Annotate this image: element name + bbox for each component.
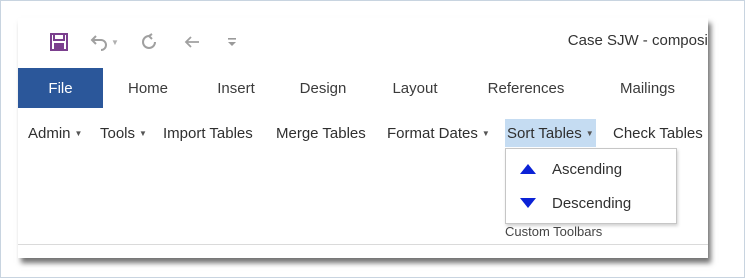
save-icon[interactable] bbox=[48, 30, 70, 54]
tab-home[interactable]: Home bbox=[113, 68, 183, 108]
sort-tables-dropdown: Ascending Descending bbox=[505, 148, 677, 224]
descending-label: Descending bbox=[552, 194, 632, 212]
check-tables-button[interactable]: Check Tables bbox=[611, 119, 705, 147]
chevron-down-icon: ▼ bbox=[139, 128, 147, 138]
tools-label: Tools bbox=[100, 124, 136, 142]
quick-access-toolbar: ▼ Case SJW - composit bbox=[18, 18, 708, 68]
triangle-up-icon bbox=[516, 164, 540, 174]
chevron-down-icon: ▼ bbox=[481, 128, 490, 138]
document-title: Case SJW - composit bbox=[567, 32, 708, 49]
import-tables-label: Import Tables bbox=[163, 124, 253, 142]
ribbon-bottom-divider bbox=[18, 244, 708, 245]
sort-tables-label: Sort Tables bbox=[507, 124, 582, 142]
ascending-menu-item[interactable]: Ascending bbox=[506, 152, 676, 186]
undo-dropdown-icon[interactable]: ▼ bbox=[110, 30, 120, 54]
chevron-down-icon: ▼ bbox=[74, 128, 83, 138]
redo-icon[interactable] bbox=[138, 30, 160, 54]
tools-menu-button[interactable]: Tools ▼ bbox=[98, 119, 149, 147]
import-tables-button[interactable]: Import Tables bbox=[161, 119, 255, 147]
tab-references[interactable]: References bbox=[476, 68, 576, 108]
check-tables-label: Check Tables bbox=[613, 124, 703, 142]
descending-menu-item[interactable]: Descending bbox=[506, 186, 676, 220]
tab-file[interactable]: File bbox=[18, 68, 103, 108]
merge-tables-button[interactable]: Merge Tables bbox=[274, 119, 368, 147]
word-window: ▼ Case SJW - composit File Home Insert D… bbox=[18, 18, 708, 258]
format-dates-menu-button[interactable]: Format Dates ▼ bbox=[385, 119, 492, 147]
tab-mailings[interactable]: Mailings bbox=[605, 68, 690, 108]
chevron-down-icon: ▼ bbox=[585, 128, 594, 138]
tab-insert[interactable]: Insert bbox=[201, 68, 271, 108]
ribbon-tabs: File Home Insert Design Layout Reference… bbox=[18, 68, 708, 108]
tab-layout[interactable]: Layout bbox=[380, 68, 450, 108]
triangle-down-icon bbox=[516, 198, 540, 208]
merge-tables-label: Merge Tables bbox=[276, 124, 366, 142]
format-dates-label: Format Dates bbox=[387, 124, 478, 142]
group-label: Custom Toolbars bbox=[505, 224, 603, 239]
undo-icon[interactable] bbox=[88, 30, 110, 54]
sort-tables-menu-button[interactable]: Sort Tables ▼ bbox=[505, 119, 596, 147]
customize-qat-icon[interactable] bbox=[221, 30, 243, 54]
admin-label: Admin bbox=[28, 124, 71, 142]
tab-design[interactable]: Design bbox=[288, 68, 358, 108]
ascending-label: Ascending bbox=[552, 160, 623, 178]
custom-toolbar: Admin ▼ Tools ▼ Import Tables Merge Tabl… bbox=[18, 118, 708, 148]
back-arrow-icon[interactable] bbox=[181, 30, 203, 54]
admin-menu-button[interactable]: Admin ▼ bbox=[26, 119, 84, 147]
